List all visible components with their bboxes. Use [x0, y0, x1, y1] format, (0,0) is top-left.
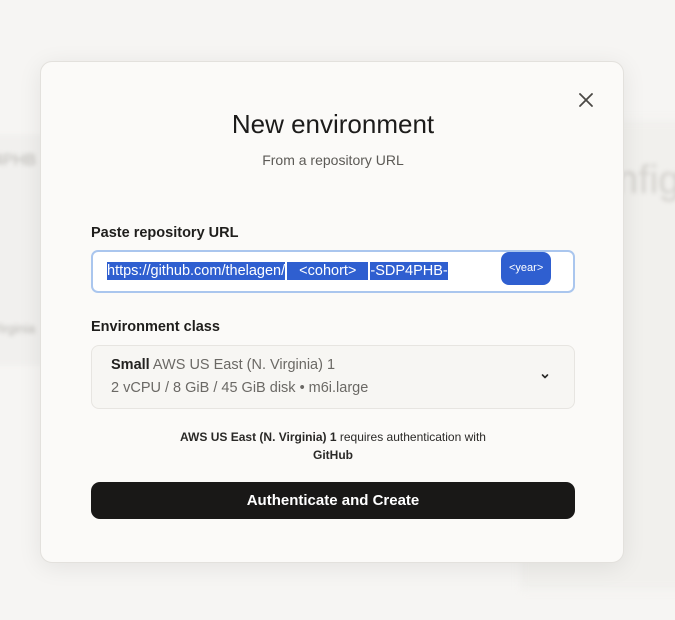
background-text-left-mid: Virginia	[0, 321, 36, 336]
auth-note-region: AWS US East (N. Virginia) 1	[180, 430, 337, 444]
auth-note-text: requires authentication with	[336, 430, 486, 444]
url-selected-text-part1: https://github.com/thelagen/	[107, 262, 286, 280]
repo-url-input[interactable]: https://github.com/thelagen/<cohort> -SDP…	[91, 250, 575, 293]
year-placeholder: <year>	[501, 252, 552, 285]
environment-region: AWS US East (N. Virginia) 1	[152, 357, 336, 373]
dialog-subtitle: From a repository URL	[262, 152, 404, 168]
environment-class-summary: Small AWS US East (N. Virginia) 1	[111, 357, 335, 373]
new-environment-dialog: New environment From a repository URL Pa…	[40, 61, 624, 563]
authenticate-and-create-button[interactable]: Authenticate and Create	[91, 482, 575, 519]
auth-note-provider: GitHub	[313, 448, 353, 462]
environment-class-label: Environment class	[91, 319, 220, 335]
auth-requirement-note: AWS US East (N. Virginia) 1 requires aut…	[91, 428, 575, 464]
environment-specs: 2 vCPU / 8 GiB / 45 GiB disk • m6i.large	[111, 380, 369, 396]
close-icon	[579, 93, 593, 107]
environment-size: Small	[111, 357, 150, 373]
dialog-title: New environment	[231, 109, 435, 139]
chevron-down-icon	[541, 374, 549, 379]
background-text-left-top: 4PHB	[0, 152, 36, 169]
url-selected-text-part2: -SDP4PHB-	[370, 262, 448, 280]
repo-url-value: https://github.com/thelagen/<cohort> -SDP…	[107, 262, 448, 280]
cohort-placeholder: <cohort>	[287, 262, 369, 280]
environment-class-select[interactable]: Small AWS US East (N. Virginia) 1 2 vCPU…	[91, 345, 575, 409]
repo-url-label: Paste repository URL	[91, 225, 239, 241]
close-button[interactable]	[575, 89, 597, 111]
